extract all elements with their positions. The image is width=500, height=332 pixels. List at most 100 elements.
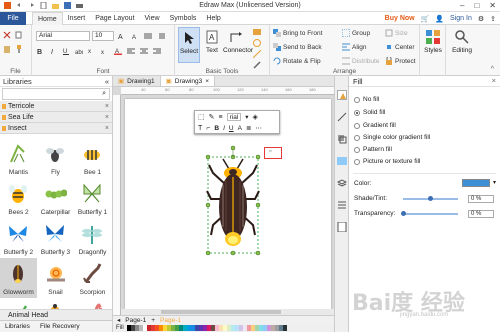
cut-icon[interactable]	[3, 31, 11, 39]
shape-fly[interactable]: Fly	[37, 138, 74, 178]
font-color-icon[interactable]: A	[114, 47, 122, 55]
align-button[interactable]: Align	[342, 43, 366, 51]
paint-bucket-icon[interactable]: ◈	[253, 113, 258, 121]
styles-button[interactable]: Styles	[423, 29, 443, 54]
group-button[interactable]: Group	[341, 28, 370, 38]
data-panel-icon[interactable]	[337, 200, 347, 210]
sign-in-link[interactable]: Sign In	[450, 15, 472, 22]
layers-panel-icon[interactable]	[336, 178, 348, 188]
font-name-select[interactable]: Arial	[36, 31, 90, 41]
fill-panel-icon[interactable]	[337, 90, 347, 100]
fill-option-gradient-fill[interactable]: Gradient fill	[354, 122, 396, 129]
connector-tool-button[interactable]: Connector	[223, 27, 253, 63]
tab-symbols[interactable]: Symbols	[165, 12, 202, 25]
shape-glowworm[interactable]: Glowworm	[0, 258, 37, 298]
numbered-list-icon[interactable]	[157, 32, 165, 40]
circle-icon[interactable]	[253, 39, 261, 47]
shape-bee-1[interactable]: Bee 1	[74, 138, 111, 178]
shape-icon[interactable]: ⬚	[198, 113, 205, 121]
font-color-icon[interactable]: A	[238, 125, 242, 132]
minimize-icon[interactable]: –	[460, 1, 464, 10]
underline-icon[interactable]: U	[229, 125, 234, 132]
align-left-icon[interactable]	[127, 47, 135, 55]
select-tool-button[interactable]: Select	[178, 27, 200, 63]
settings-icon[interactable]: ⚙	[478, 15, 484, 23]
shape-bees-2[interactable]: Bees 2	[0, 178, 37, 218]
tab-home[interactable]: Home	[32, 12, 63, 25]
list-icon[interactable]	[144, 32, 152, 40]
underline-icon[interactable]: U	[62, 47, 70, 55]
buy-now-link[interactable]: Buy Now	[385, 15, 415, 22]
library-category[interactable]: Insect ×	[0, 123, 112, 134]
library-category[interactable]: Animal Head	[0, 309, 112, 320]
size-button[interactable]: Size	[385, 29, 408, 37]
close-tab-icon[interactable]: ×	[205, 78, 209, 85]
fill-option-no-fill[interactable]: No fill	[354, 96, 379, 103]
page-setup-icon[interactable]	[337, 221, 347, 233]
center-button[interactable]: Center	[385, 43, 415, 51]
rectangle-icon[interactable]	[253, 28, 261, 36]
protect-button[interactable]: Protect	[385, 56, 416, 65]
close-category-icon[interactable]: ×	[105, 123, 109, 134]
search-icon[interactable]: ⌕	[102, 90, 106, 98]
copy-icon[interactable]	[15, 31, 23, 39]
font-size-select[interactable]: 10	[92, 31, 114, 41]
page-nav-icon[interactable]: ◂	[117, 316, 120, 324]
align-icon[interactable]: ≣	[246, 124, 251, 132]
dropdown-arrow-icon[interactable]: ▾	[245, 113, 248, 121]
align-right-icon[interactable]	[153, 47, 161, 55]
tab-libraries[interactable]: Libraries	[0, 321, 35, 332]
italic-icon[interactable]: I	[223, 125, 225, 132]
text-tool-button[interactable]: A Text	[201, 27, 223, 63]
library-category[interactable]: Sea Life ×	[0, 112, 112, 123]
transparency-input[interactable]: 0 %	[468, 210, 494, 218]
shade-tint-input[interactable]: 0 %	[468, 195, 494, 203]
collapse-ribbon-icon[interactable]: ^	[491, 66, 494, 73]
tab-view[interactable]: View	[140, 12, 165, 25]
line-panel-icon[interactable]	[337, 112, 347, 122]
fill-option-pattern-fill[interactable]: Pattern fill	[354, 146, 392, 153]
action-button-highlight[interactable]: ▫	[264, 147, 282, 159]
floating-font-select[interactable]: rial	[226, 113, 242, 121]
library-search-input[interactable]: ⌕	[2, 88, 110, 100]
tab-drawing3[interactable]: ▣ Drawing3 ×	[160, 76, 216, 86]
shape-caterpillar[interactable]: Caterpillar	[37, 178, 74, 218]
library-category[interactable]: Terricole ×	[0, 101, 112, 112]
shape-scorpion[interactable]: Scorpion	[74, 258, 111, 298]
shade-tint-slider-handle[interactable]	[428, 196, 433, 201]
shape-butterfly-2[interactable]: Butterfly 2	[0, 218, 37, 258]
connector-icon[interactable]: ⌐	[206, 125, 210, 132]
page-tab-active[interactable]: Page-1	[160, 317, 181, 324]
editing-button[interactable]: Editing	[449, 29, 475, 54]
rotate-flip-button[interactable]: Rotate & Flip	[273, 57, 321, 65]
transparency-slider-handle[interactable]	[401, 211, 406, 216]
close-icon[interactable]: ×	[492, 76, 496, 85]
close-category-icon[interactable]: ×	[105, 101, 109, 112]
distribute-button[interactable]: Distribute	[342, 57, 379, 65]
more-icon[interactable]: ⋯	[255, 124, 262, 132]
page-tab[interactable]: Page-1	[125, 317, 146, 324]
color-swatch[interactable]	[282, 325, 287, 331]
bold-icon[interactable]: B	[214, 125, 219, 132]
bring-to-front-button[interactable]: Bring to Front	[273, 29, 322, 37]
shadow-panel-icon[interactable]	[337, 134, 347, 144]
subscript-icon[interactable]: x	[88, 47, 96, 55]
cart-icon[interactable]: 🛒	[421, 15, 430, 23]
line-icon[interactable]	[252, 49, 262, 59]
transparency-slider[interactable]	[403, 213, 458, 215]
fill-option-single-color-gradient[interactable]: Single color gradient fill	[354, 134, 430, 141]
shape-snail[interactable]: Snail	[37, 258, 74, 298]
tab-insert[interactable]: Insert	[63, 12, 91, 25]
fill-color-picker[interactable]	[462, 179, 490, 187]
file-menu[interactable]: File	[0, 12, 26, 25]
tab-drawing1[interactable]: ▣ Drawing1	[113, 76, 161, 86]
text-icon[interactable]: T	[198, 125, 202, 132]
user-icon[interactable]: 👤	[435, 15, 444, 23]
tab-file-recovery[interactable]: File Recovery	[35, 321, 85, 332]
image-panel-icon[interactable]	[337, 156, 347, 166]
dropdown-arrow-icon[interactable]: ▾	[493, 179, 496, 186]
shape-butterfly-3[interactable]: Butterfly 3	[37, 218, 74, 258]
grow-font-icon[interactable]: A	[118, 32, 126, 41]
pen-icon[interactable]: ✎	[209, 113, 215, 121]
collapse-arrow-icon[interactable]: «	[105, 77, 109, 86]
